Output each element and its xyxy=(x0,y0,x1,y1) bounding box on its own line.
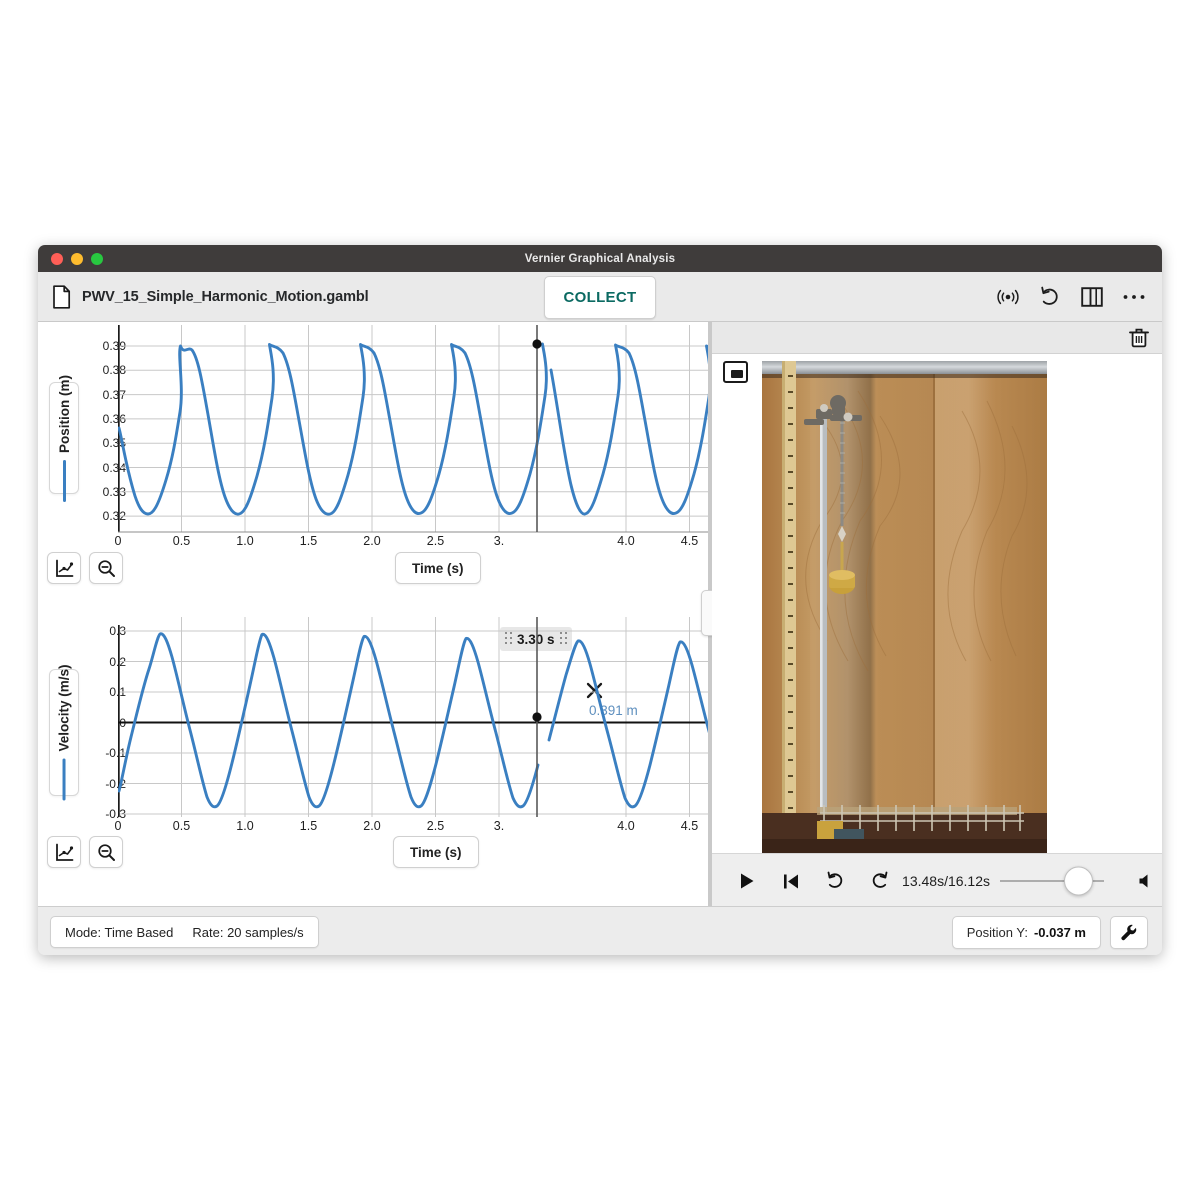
wireless-sensor-icon[interactable] xyxy=(995,284,1020,309)
picture-in-picture-icon[interactable] xyxy=(723,361,749,383)
window-title: Vernier Graphical Analysis xyxy=(524,252,676,265)
position-y-axis-label-button[interactable]: Position (m) xyxy=(49,375,79,502)
position-cursor-point xyxy=(532,339,542,349)
document-name: PWV_15_Simple_Harmonic_Motion.gambl xyxy=(82,288,369,305)
collection-settings-chip[interactable]: Mode: Time Based Rate: 20 samples/s xyxy=(50,916,319,948)
status-bar-right: Position Y: -0.037 m xyxy=(951,915,1148,949)
step-back-icon[interactable] xyxy=(818,864,852,898)
main-split-view: Position (m) 0.39 0.38 0.37 0.36 0.35 0.… xyxy=(38,322,1162,908)
rate-label: Rate: 20 samples/s xyxy=(192,924,304,940)
document-chip[interactable]: PWV_15_Simple_Harmonic_Motion.gambl xyxy=(52,284,369,309)
x-tick: 3. xyxy=(493,534,505,548)
velocity-cursor-point xyxy=(532,712,542,722)
layout-panels-icon[interactable] xyxy=(1079,284,1104,309)
video-pane: 13.48s/16.12s xyxy=(712,322,1162,908)
more-options-icon[interactable] xyxy=(1121,284,1146,309)
x-tick: 0 xyxy=(114,819,122,833)
x-tick: 1.5 xyxy=(299,534,318,548)
x-tick: 0.5 xyxy=(172,819,191,833)
trash-icon[interactable] xyxy=(1126,324,1152,350)
video-frame[interactable] xyxy=(762,361,1048,853)
velocity-series-swatch xyxy=(62,758,66,801)
x-tick: 2.0 xyxy=(363,534,381,548)
position-y-label: Position Y: xyxy=(966,924,1028,940)
x-tick: 4.0 xyxy=(617,819,635,833)
velocity-graph: Velocity (m/s) 0.3 0.2 0.1 0 -0.1 -0.2 -… xyxy=(38,614,778,904)
x-tick: 2.5 xyxy=(426,534,445,548)
x-tick: 4.5 xyxy=(680,534,699,548)
velocity-y-axis-label-button[interactable]: Velocity (m/s) xyxy=(49,664,79,801)
play-icon[interactable] xyxy=(730,864,764,898)
video-controls: 13.48s/16.12s xyxy=(712,853,1162,908)
position-graph: Position (m) 0.39 0.38 0.37 0.36 0.35 0.… xyxy=(38,322,778,718)
wrench-icon[interactable] xyxy=(1110,915,1148,949)
app-toolbar: PWV_15_Simple_Harmonic_Motion.gambl COLL… xyxy=(38,272,1162,322)
video-time-display: 13.48s/16.12s xyxy=(902,873,990,889)
position-series-swatch xyxy=(62,459,66,502)
status-bar: Mode: Time Based Rate: 20 samples/s Posi… xyxy=(38,906,1162,955)
position-x-axis-label-button[interactable]: Time (s) xyxy=(395,552,481,584)
graphs-pane: Position (m) 0.39 0.38 0.37 0.36 0.35 0.… xyxy=(38,322,762,906)
pip-inner-rect xyxy=(731,370,744,378)
mode-label: Mode: Time Based xyxy=(65,924,174,940)
undo-icon[interactable] xyxy=(1037,284,1062,309)
position-y-chip[interactable]: Position Y: -0.037 m xyxy=(951,915,1101,949)
velocity-graph-options-icon[interactable] xyxy=(47,836,81,868)
position-y-axis-label: Position (m) xyxy=(56,374,72,453)
video-image xyxy=(762,361,1048,853)
x-tick: 1.0 xyxy=(236,534,254,548)
title-bar: Vernier Graphical Analysis xyxy=(38,245,1162,272)
x-tick: 2.0 xyxy=(363,819,381,833)
collect-button[interactable]: COLLECT xyxy=(544,276,656,319)
skip-to-start-icon[interactable] xyxy=(774,864,808,898)
velocity-y-axis-label: Velocity (m/s) xyxy=(56,664,72,752)
position-zoom-out-icon[interactable] xyxy=(89,552,123,584)
position-graph-options-icon[interactable] xyxy=(47,552,81,584)
volume-icon[interactable] xyxy=(1128,864,1162,898)
step-forward-icon[interactable] xyxy=(862,864,896,898)
x-tick: 1.5 xyxy=(299,819,318,833)
x-tick: 2.5 xyxy=(426,819,445,833)
position-y-value: -0.037 m xyxy=(1033,924,1086,940)
app-window: Vernier Graphical Analysis PWV_15_Simple… xyxy=(38,245,1162,955)
video-stage[interactable] xyxy=(712,354,1162,853)
document-icon xyxy=(52,284,71,309)
x-tick: 4.0 xyxy=(617,534,635,548)
x-tick: 0.5 xyxy=(172,534,191,548)
velocity-zoom-out-icon[interactable] xyxy=(89,836,123,868)
x-tick: 3. xyxy=(493,819,505,833)
position-x-ticks: 0 0.5 1.0 1.5 2.0 2.5 3. 4.0 4.5 5.0 xyxy=(114,534,762,554)
slider-knob[interactable] xyxy=(1064,866,1093,896)
x-tick: 0 xyxy=(114,534,122,548)
video-topbar xyxy=(712,322,1162,354)
position-series-path xyxy=(118,342,548,516)
x-tick: 4.5 xyxy=(680,819,699,833)
video-scrub-slider[interactable] xyxy=(1000,866,1104,896)
x-tick: 1.0 xyxy=(236,819,254,833)
velocity-x-axis-label-button[interactable]: Time (s) xyxy=(393,836,479,868)
toolbar-actions xyxy=(995,284,1146,309)
